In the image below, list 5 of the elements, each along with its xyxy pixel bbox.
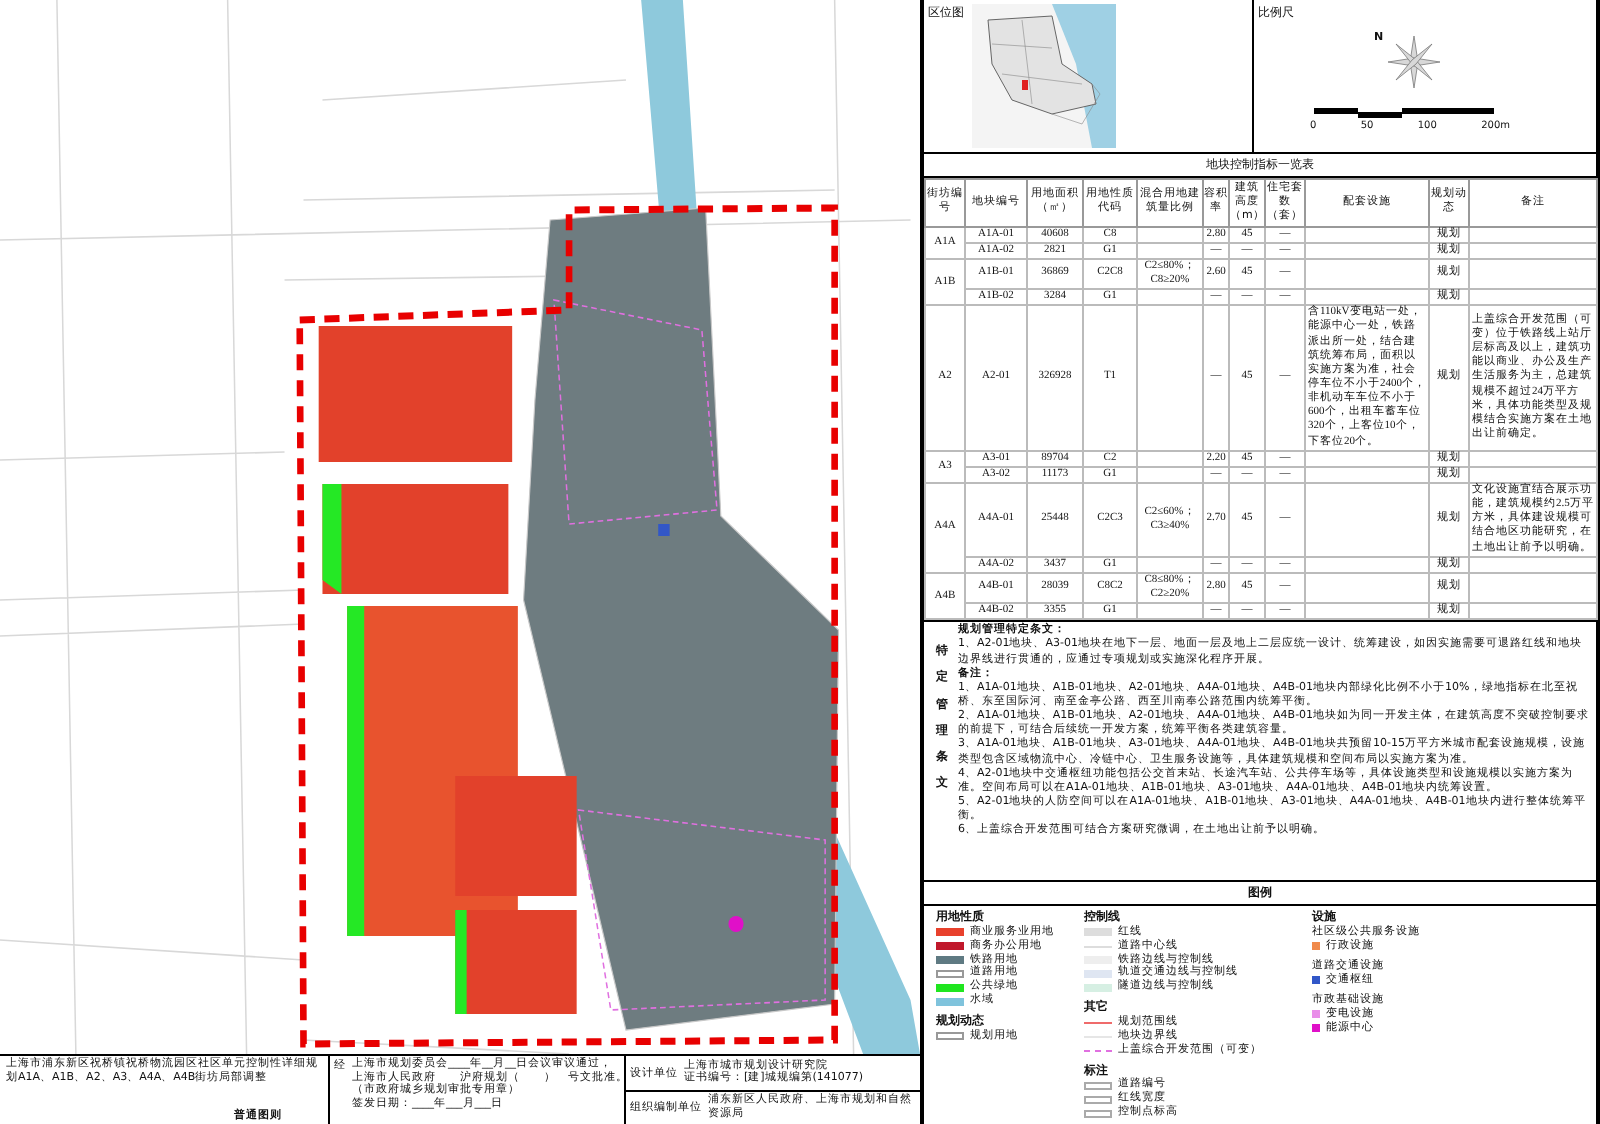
location-map-drawing [972, 4, 1116, 148]
legend-swatch [936, 969, 964, 978]
legend-swatch [936, 1032, 964, 1041]
scale-bar-icon [1314, 108, 1494, 118]
compass-rose-icon [1383, 32, 1444, 92]
